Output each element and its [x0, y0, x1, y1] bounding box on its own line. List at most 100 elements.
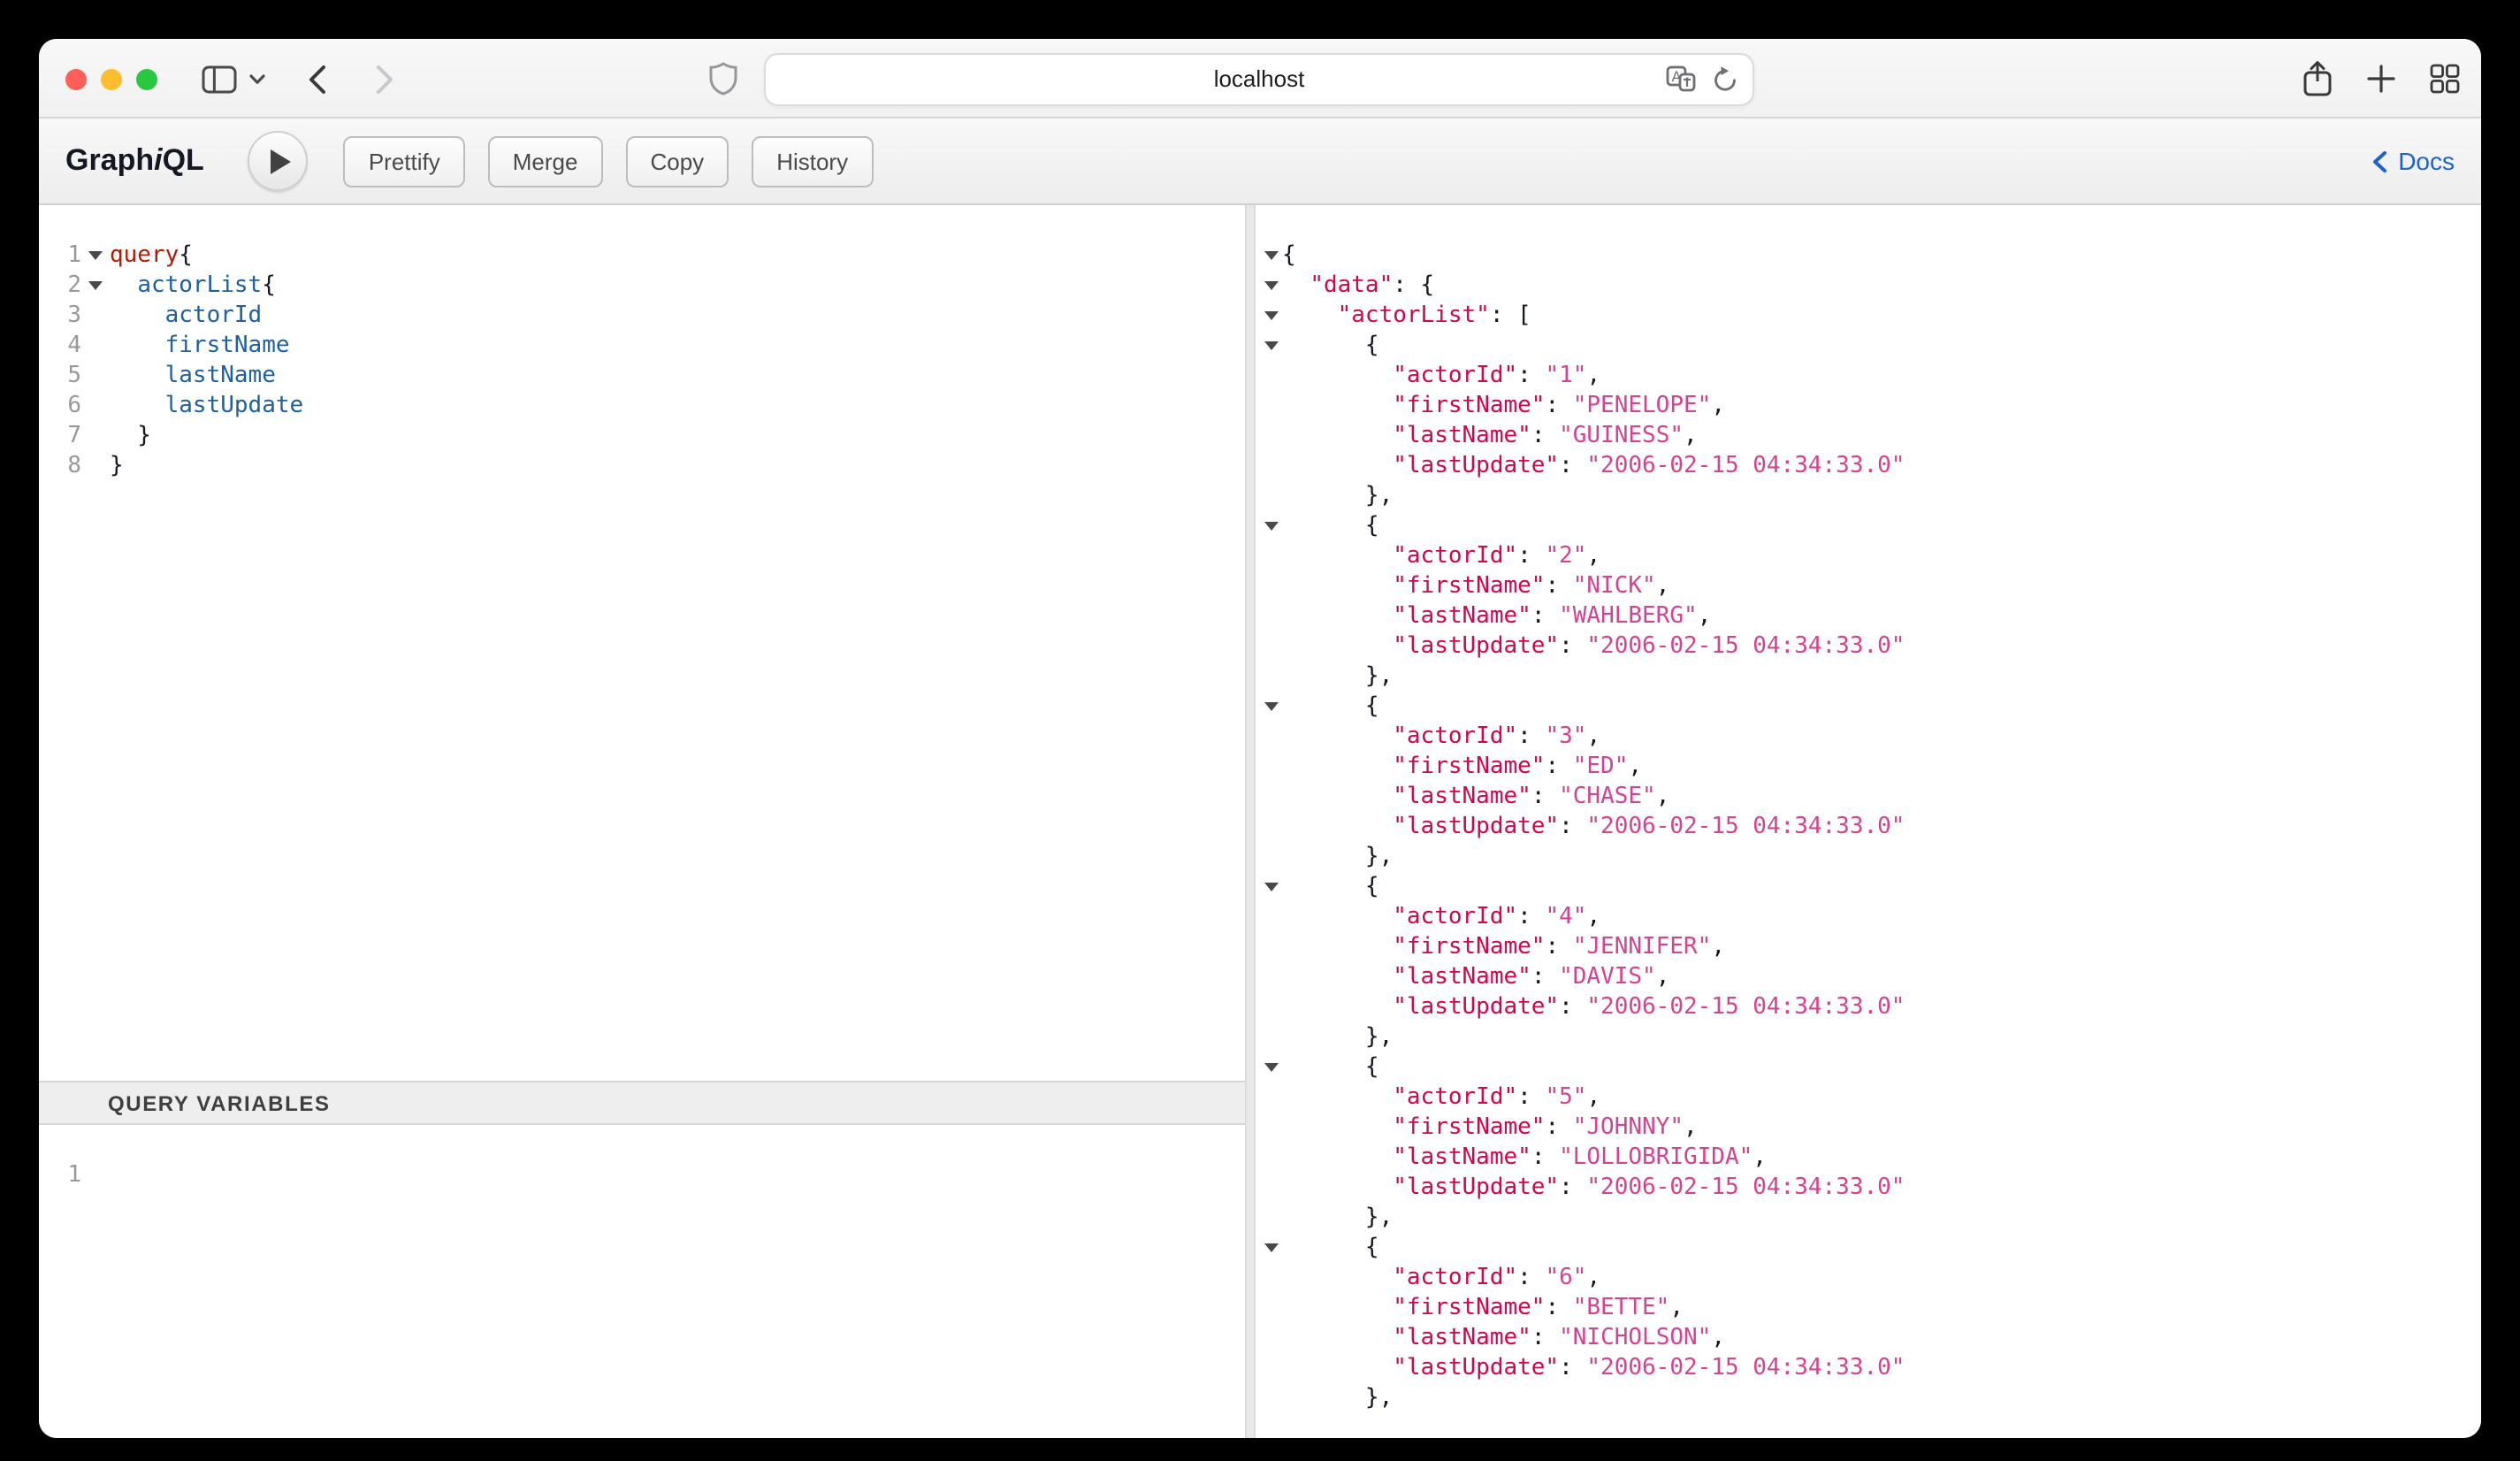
shield-icon[interactable]	[709, 39, 737, 119]
docs-link[interactable]: Docs	[2371, 147, 2455, 175]
pane-resize-handle[interactable]	[1245, 205, 1256, 1438]
graphiql-logo: GraphiQL	[65, 143, 204, 179]
code-line: "lastUpdate": "2006-02-15 04:34:33.0"	[1259, 812, 2481, 842]
fold-gutter	[81, 451, 110, 481]
address-bar[interactable]: localhost A	[764, 52, 1754, 105]
fold-gutter	[1259, 541, 1282, 571]
line-number: 1	[39, 1160, 81, 1190]
query-editor[interactable]: 1query{2 actorList{3 actorId4 firstName5…	[39, 205, 1245, 1081]
fold-gutter	[1259, 301, 1282, 331]
screen: localhost A	[0, 0, 2520, 1461]
code-line: "actorId": "1",	[1259, 361, 2481, 391]
fold-gutter	[1259, 752, 1282, 782]
execute-button[interactable]	[248, 131, 309, 191]
copy-button[interactable]: Copy	[625, 135, 729, 187]
code-text: "firstName": "JENNIFER",	[1282, 932, 1725, 962]
fold-gutter	[1259, 1082, 1282, 1113]
code-line: },	[1259, 842, 2481, 872]
code-text: query{	[110, 241, 193, 271]
fold-gutter	[1259, 1173, 1282, 1203]
code-text: "firstName": "JOHNNY",	[1282, 1113, 1698, 1143]
code-text: "firstName": "NICK",	[1282, 571, 1669, 601]
fold-gutter	[1259, 481, 1282, 511]
result-column: { "data": { "actorList": [ { "actorId": …	[1256, 205, 2481, 1438]
fold-gutter	[1259, 722, 1282, 752]
result-viewer: { "data": { "actorList": [ { "actorId": …	[1256, 205, 2481, 1438]
code-text: {	[1282, 1052, 1379, 1082]
new-tab-icon[interactable]	[2366, 64, 2396, 94]
fold-gutter	[81, 271, 110, 301]
code-line: "data": {	[1259, 271, 2481, 301]
code-text: "actorId": "2",	[1282, 541, 1600, 571]
code-text: "firstName": "PENELOPE",	[1282, 391, 1725, 421]
line-number: 3	[39, 301, 81, 331]
code-line: 6 lastUpdate	[39, 391, 1245, 421]
code-text: {	[1282, 511, 1379, 541]
fold-gutter	[1259, 1353, 1282, 1383]
code-line: "actorList": [	[1259, 301, 2481, 331]
back-icon[interactable]	[308, 39, 327, 119]
history-button[interactable]: History	[752, 135, 873, 187]
fold-gutter	[1259, 361, 1282, 391]
reload-icon[interactable]	[1712, 65, 1738, 93]
fold-gutter	[81, 361, 110, 391]
close-window-button[interactable]	[65, 68, 87, 89]
code-text: lastUpdate	[110, 391, 303, 421]
chevron-down-icon[interactable]	[249, 73, 265, 84]
code-text: "actorList": [	[1282, 301, 1531, 331]
browser-titlebar: localhost A	[39, 39, 2481, 119]
fold-arrow-icon[interactable]	[1264, 281, 1278, 290]
code-text: "lastName": "WAHLBERG",	[1282, 601, 1711, 631]
fold-arrow-icon[interactable]	[1264, 702, 1278, 711]
titlebar-right-icons	[2302, 39, 2460, 119]
tab-overview-icon[interactable]	[2430, 64, 2460, 94]
fold-arrow-icon[interactable]	[88, 251, 103, 260]
code-text: },	[1282, 842, 1393, 872]
code-text: "lastUpdate": "2006-02-15 04:34:33.0"	[1282, 631, 1905, 662]
sidebar-toggle-icon[interactable]	[202, 65, 237, 93]
fold-gutter	[1259, 992, 1282, 1022]
minimize-window-button[interactable]	[101, 68, 122, 89]
prettify-button[interactable]: Prettify	[344, 135, 465, 187]
code-line: {	[1259, 331, 2481, 361]
merge-button[interactable]: Merge	[488, 135, 603, 187]
code-text: "actorId": "1",	[1282, 361, 1600, 391]
code-line: "lastUpdate": "2006-02-15 04:34:33.0"	[1259, 1173, 2481, 1203]
fold-gutter	[1259, 962, 1282, 992]
code-text: actorId	[110, 301, 262, 331]
line-number: 4	[39, 331, 81, 361]
fold-gutter	[1259, 902, 1282, 932]
code-line: "lastName": "DAVIS",	[1259, 962, 2481, 992]
code-line: },	[1259, 1203, 2481, 1233]
fold-arrow-icon[interactable]	[88, 281, 103, 290]
code-text: "actorId": "6",	[1282, 1263, 1600, 1293]
fold-arrow-icon[interactable]	[1264, 311, 1278, 320]
code-text: "lastName": "CHASE",	[1282, 782, 1669, 812]
fold-gutter	[1259, 1233, 1282, 1263]
forward-icon[interactable]	[375, 39, 394, 119]
query-variables-header[interactable]: QUERY VARIABLES	[39, 1081, 1245, 1125]
fold-gutter	[81, 391, 110, 421]
fold-gutter	[1259, 331, 1282, 361]
translate-icon[interactable]: A	[1666, 65, 1696, 92]
code-text: "lastName": "DAVIS",	[1282, 962, 1669, 992]
fold-arrow-icon[interactable]	[1264, 522, 1278, 531]
fold-arrow-icon[interactable]	[1264, 251, 1278, 260]
fold-arrow-icon[interactable]	[1264, 341, 1278, 350]
code-text: "lastName": "NICHOLSON",	[1282, 1323, 1725, 1353]
fold-arrow-icon[interactable]	[1264, 883, 1278, 891]
code-line: "firstName": "BETTE",	[1259, 1293, 2481, 1323]
code-text: "lastUpdate": "2006-02-15 04:34:33.0"	[1282, 812, 1905, 842]
code-line: {	[1259, 1052, 2481, 1082]
fold-gutter	[1259, 1323, 1282, 1353]
share-icon[interactable]	[2302, 60, 2333, 97]
code-line: 1query{	[39, 241, 1245, 271]
zoom-window-button[interactable]	[136, 68, 157, 89]
line-number: 5	[39, 361, 81, 391]
code-line: "actorId": "2",	[1259, 541, 2481, 571]
fold-arrow-icon[interactable]	[1264, 1243, 1278, 1252]
address-text: localhost	[1214, 65, 1305, 92]
line-number: 6	[39, 391, 81, 421]
fold-arrow-icon[interactable]	[1264, 1063, 1278, 1072]
variables-editor[interactable]: 1	[39, 1125, 1245, 1438]
